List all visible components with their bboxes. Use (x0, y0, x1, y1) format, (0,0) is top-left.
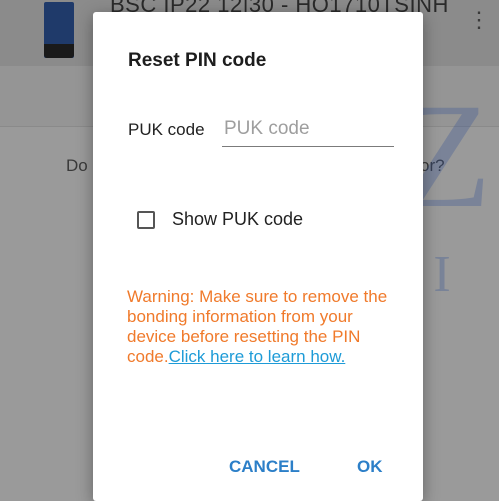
reset-pin-dialog: Reset PIN code PUK code Show PUK code Wa… (93, 12, 423, 501)
device-icon (44, 2, 74, 58)
cancel-button[interactable]: CANCEL (221, 453, 308, 481)
show-puk-checkbox[interactable] (137, 210, 155, 229)
puk-code-label: PUK code (128, 120, 205, 139)
warning-message: Warning: Make sure to remove the bonding… (127, 287, 402, 367)
show-puk-label: Show PUK code (172, 209, 304, 229)
ok-button[interactable]: OK (349, 453, 391, 481)
learn-how-link[interactable]: Click here to learn how. (169, 347, 346, 366)
prompt-text-right: or? (420, 156, 445, 175)
puk-code-input[interactable] (222, 112, 394, 147)
dialog-title: Reset PIN code (128, 50, 267, 71)
prompt-text-left: Do (66, 156, 88, 175)
more-options-icon[interactable]: ⋮ (468, 9, 490, 44)
show-puk-row[interactable]: Show PUK code (137, 209, 303, 230)
